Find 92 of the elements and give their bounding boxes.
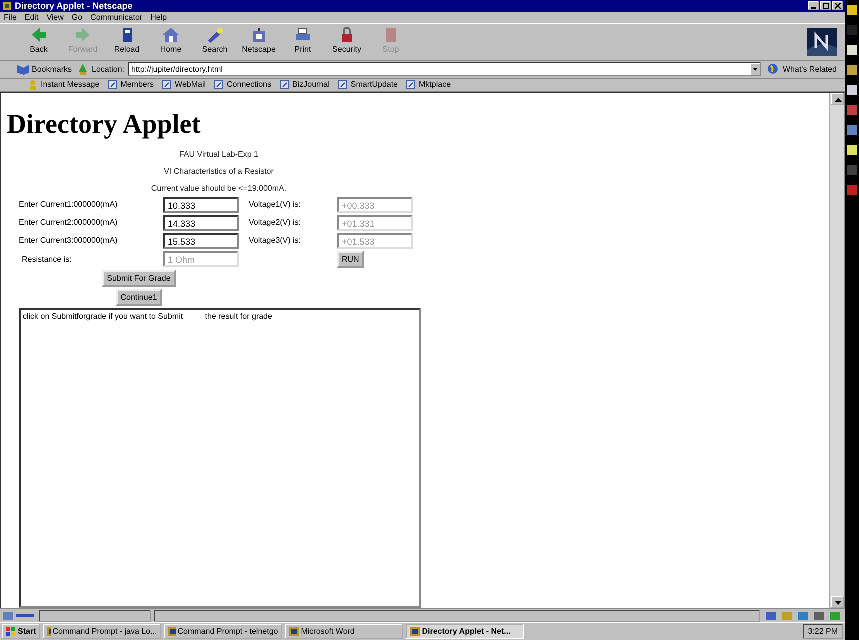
voltage-field: +00.333 bbox=[337, 196, 413, 213]
scroll-up-icon[interactable] bbox=[830, 92, 844, 105]
page-heading: Directory Applet bbox=[7, 108, 202, 140]
shortcut-icon[interactable] bbox=[846, 4, 858, 16]
building-icon bbox=[250, 26, 268, 44]
bookmark-page-icon bbox=[338, 80, 348, 90]
back-arrow-icon bbox=[30, 26, 48, 44]
voltage-label: Voltage2(V) is: bbox=[249, 218, 302, 228]
dropdown-icon bbox=[751, 64, 760, 75]
voltage-field: +01.533 bbox=[337, 232, 413, 249]
menu-item[interactable]: View bbox=[46, 12, 64, 22]
personal-toolbar-button[interactable]: SmartUpdate bbox=[338, 80, 398, 90]
connection-icon bbox=[2, 610, 36, 621]
toolbar-button[interactable]: Search bbox=[196, 24, 234, 59]
location-icon bbox=[78, 63, 88, 76]
personal-toolbar-button[interactable]: Instant Message bbox=[28, 80, 100, 90]
shortcut-icon[interactable] bbox=[846, 144, 858, 156]
resistance-label: Resistance is: bbox=[21, 254, 73, 264]
person-icon bbox=[28, 80, 38, 90]
current-field[interactable]: 14.333 bbox=[163, 214, 239, 231]
location-field[interactable]: http://jupiter/directory.html bbox=[128, 62, 761, 76]
bookmark-page-icon bbox=[280, 80, 290, 90]
app-icon bbox=[2, 0, 12, 11]
shortcut-icon[interactable] bbox=[846, 44, 858, 56]
bookmark-page-icon bbox=[162, 80, 172, 90]
current-field[interactable]: 15.533 bbox=[163, 232, 239, 249]
taskbar-button[interactable]: Command Prompt - telnetgo bbox=[164, 624, 282, 639]
netscape-logo-icon bbox=[807, 28, 837, 56]
window-icon bbox=[168, 627, 176, 636]
scrollbar[interactable] bbox=[829, 92, 844, 608]
menu-item[interactable]: Go bbox=[72, 12, 83, 22]
shortcut-icon[interactable] bbox=[846, 64, 858, 76]
resistance-field: 1 Ohm bbox=[163, 251, 239, 268]
location-label: Location: bbox=[92, 64, 124, 74]
menu-item[interactable]: Communicator bbox=[90, 12, 143, 22]
info-text: Current value should be <=19.000mA. bbox=[151, 184, 287, 193]
window-title: Directory Applet - Netscape bbox=[15, 0, 133, 11]
clock: 3:22 PM bbox=[803, 624, 843, 639]
menu-item[interactable]: Edit bbox=[24, 12, 39, 22]
menu-item[interactable]: Help bbox=[150, 12, 168, 22]
personal-toolbar-button[interactable]: BizJournal bbox=[280, 80, 330, 90]
bookmark-icon bbox=[16, 63, 30, 76]
output-area[interactable]: click on Submitforgrade if you want to Submit the result for grade bbox=[19, 308, 421, 608]
current-field[interactable]: 10.333 bbox=[163, 196, 239, 213]
voltage-label: Voltage1(V) is: bbox=[249, 200, 302, 210]
globe-icon bbox=[767, 63, 781, 76]
flashlight-icon bbox=[206, 26, 224, 44]
window-icon bbox=[289, 627, 300, 636]
bookmarks-button[interactable]: Bookmarks bbox=[14, 63, 74, 76]
personal-toolbar-button[interactable]: WebMail bbox=[162, 80, 206, 90]
continue-button[interactable]: Continue1 bbox=[116, 288, 162, 306]
maximize-icon bbox=[822, 2, 828, 9]
personal-toolbar-button[interactable]: Connections bbox=[214, 80, 272, 90]
toolbar-button[interactable]: Netscape bbox=[240, 24, 278, 59]
toolbar-button[interactable]: Security bbox=[328, 24, 366, 59]
close-icon bbox=[834, 2, 840, 9]
toolbar-button[interactable]: Print bbox=[284, 24, 322, 59]
submit-button[interactable]: Submit For Grade bbox=[102, 270, 176, 287]
house-icon bbox=[162, 26, 180, 44]
component-icon[interactable] bbox=[763, 610, 779, 621]
bookmark-page-icon bbox=[108, 80, 118, 90]
taskbar-button[interactable]: Command Prompt - java Lo... bbox=[43, 624, 162, 639]
window-icon bbox=[410, 627, 420, 636]
toolbar-button[interactable]: Home bbox=[152, 24, 190, 59]
bookmark-page-icon bbox=[214, 80, 224, 90]
menu-item[interactable]: File bbox=[4, 12, 17, 22]
info-text: VI Characteristics of a Resistor bbox=[164, 166, 274, 176]
maximize-button[interactable] bbox=[820, 1, 831, 10]
component-icon[interactable] bbox=[811, 610, 827, 621]
whats-related-button[interactable]: What's Related bbox=[765, 63, 839, 76]
voltage-field: +01.331 bbox=[337, 214, 413, 231]
current-label: Enter Current1:000000(mA) bbox=[19, 200, 119, 210]
close-button[interactable] bbox=[832, 1, 843, 10]
info-text: FAU Virtual Lab-Exp 1 bbox=[179, 150, 258, 159]
personal-toolbar-button[interactable]: Members bbox=[108, 80, 154, 90]
taskbar-button[interactable]: Microsoft Word bbox=[285, 624, 404, 639]
current-label: Enter Current3:000000(mA) bbox=[19, 236, 119, 246]
windows-logo-icon bbox=[6, 627, 16, 636]
current-label: Enter Current2:000000(mA) bbox=[19, 218, 119, 228]
bookmark-page-icon bbox=[406, 80, 416, 90]
window-icon bbox=[47, 627, 51, 636]
toolbar-button[interactable]: Back bbox=[20, 24, 58, 59]
forward-arrow-icon bbox=[74, 26, 92, 44]
minimize-button[interactable] bbox=[808, 1, 819, 10]
shortcut-icon[interactable] bbox=[846, 84, 858, 96]
run-button[interactable]: RUN bbox=[337, 250, 364, 268]
voltage-label: Voltage3(V) is: bbox=[249, 236, 302, 246]
toolbar-button[interactable]: Reload bbox=[108, 24, 146, 59]
taskbar-button[interactable]: Directory Applet - Net... bbox=[406, 624, 524, 639]
personal-toolbar-button[interactable]: Mktplace bbox=[406, 80, 452, 90]
start-button[interactable]: Start bbox=[2, 624, 40, 639]
scroll-down-icon[interactable] bbox=[830, 596, 844, 608]
